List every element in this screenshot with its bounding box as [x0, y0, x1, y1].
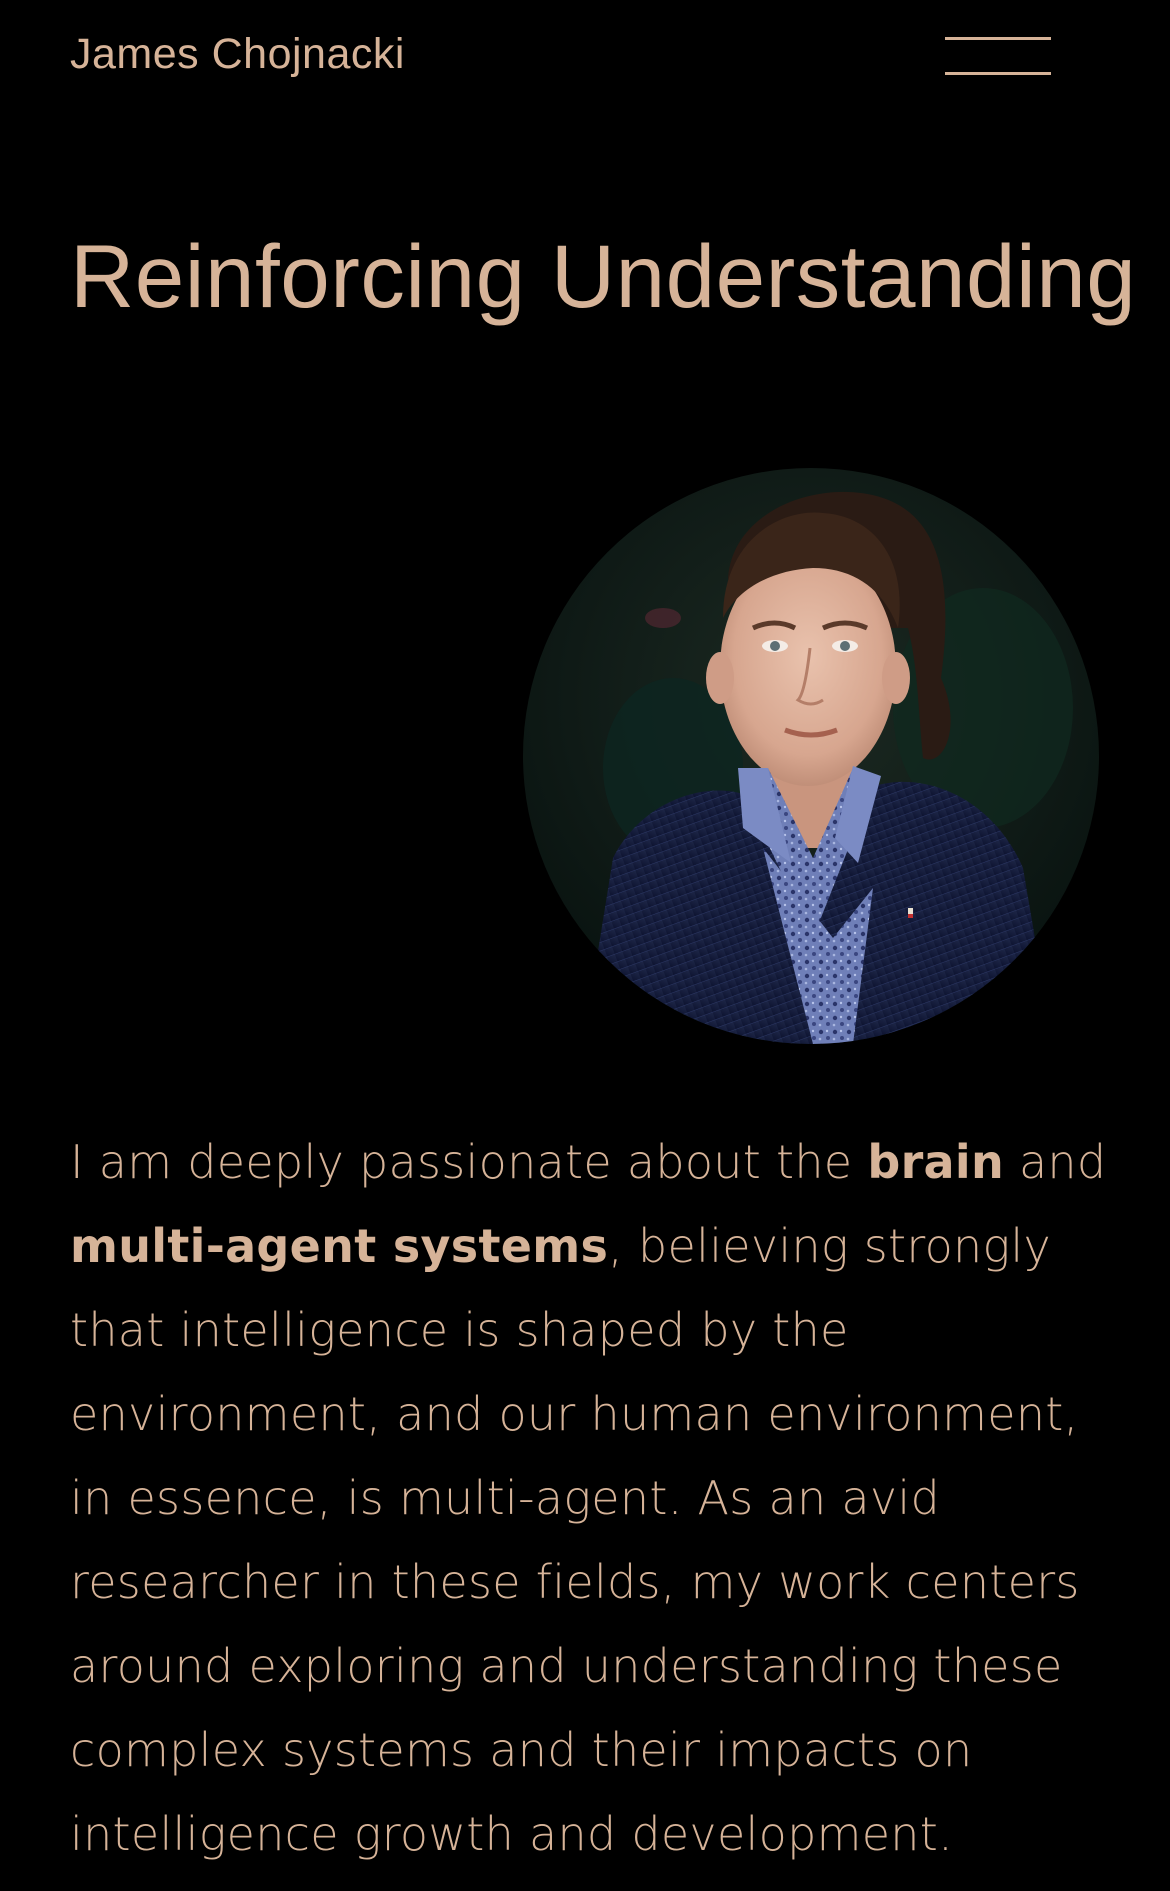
intro-paragraph: I am deeply passionate about the brain a… [70, 1120, 1110, 1876]
intro-text-3: , believing strongly that intelligence i… [70, 1219, 1080, 1861]
intro-text-1: I am deeply passionate about the [70, 1135, 868, 1189]
menu-line-top [945, 37, 1051, 40]
menu-line-bottom [945, 72, 1051, 75]
intro-text-2: and [1004, 1135, 1107, 1189]
site-name-link[interactable]: James Chojnacki [70, 30, 405, 79]
hamburger-menu-icon[interactable] [945, 34, 1053, 80]
site-header: James Chojnacki [0, 0, 1170, 120]
intro-bold-multi-agent: multi-agent systems [70, 1219, 609, 1273]
portrait-photo [523, 468, 1099, 1044]
page-title: Reinforcing Understanding [70, 226, 1137, 326]
intro-bold-brain: brain [867, 1135, 1005, 1189]
